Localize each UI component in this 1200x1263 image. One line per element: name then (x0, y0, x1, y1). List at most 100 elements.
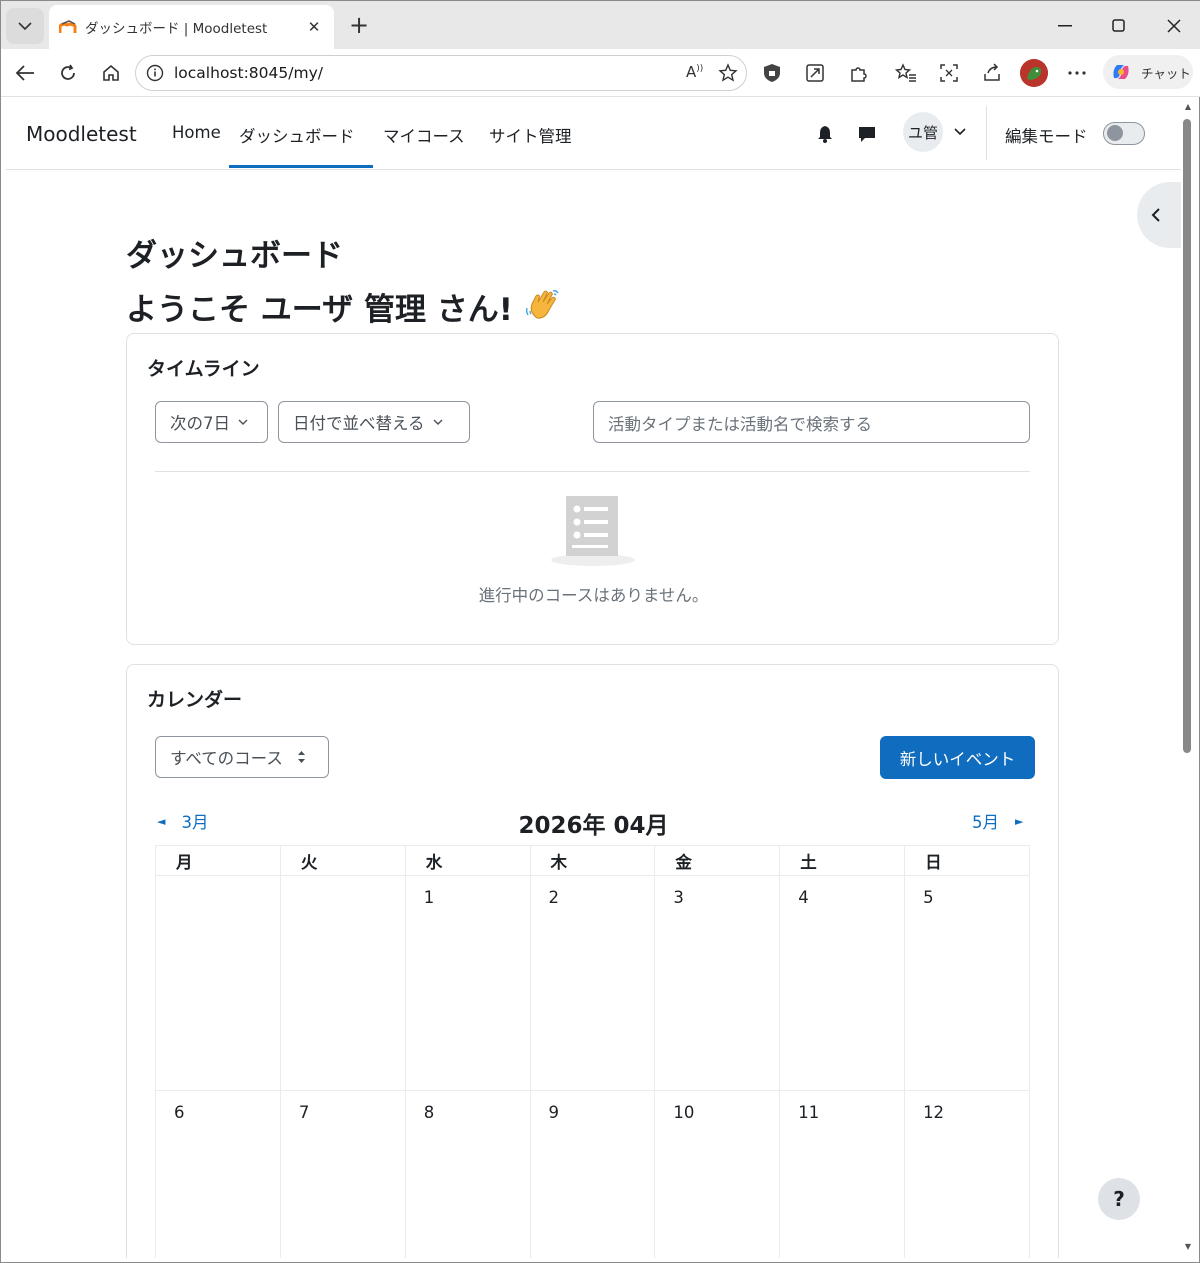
calendar-day-cell[interactable]: 3 (654, 875, 781, 1091)
navbar-divider (986, 106, 987, 160)
day-filter-label: 次の7日 (170, 414, 230, 433)
nav-link-site-admin[interactable]: サイト管理 (489, 123, 572, 147)
calendar-day-cell[interactable]: 11 (779, 1090, 906, 1258)
weekday-header-row: 月 火 水 木 金 土 日 (155, 845, 1030, 876)
copilot-icon (1113, 65, 1129, 79)
extension-shield-button[interactable] (756, 58, 788, 88)
timeline-divider (155, 471, 1030, 472)
screenshot-icon (940, 64, 958, 82)
chevron-down-icon (433, 419, 443, 425)
new-event-button[interactable]: 新しいイベント (880, 736, 1035, 779)
scroll-thumb[interactable] (1183, 119, 1191, 753)
next-month-link[interactable]: 5月 ► (972, 809, 1023, 833)
calendar-day-cell[interactable]: 12 (904, 1090, 1030, 1258)
calendar-day-cell[interactable]: 9 (529, 1090, 656, 1258)
url-text: localhost:8045/my/ (174, 64, 323, 82)
close-icon (1167, 19, 1181, 33)
nav-link-dashboard[interactable]: ダッシュボード (239, 123, 355, 147)
messages-button[interactable] (855, 122, 879, 146)
close-window-button[interactable] (1154, 11, 1194, 41)
calendar-day-cell[interactable]: 4 (779, 875, 906, 1091)
current-month-title: 2026年 04月 (518, 813, 669, 839)
bell-icon (818, 126, 832, 143)
home-button[interactable] (95, 58, 127, 88)
calendar-block: カレンダー すべてのコース 新しいイベント ◄ 3月 2026年 04月 5月 … (126, 664, 1059, 1258)
split-screen-button[interactable] (799, 58, 831, 88)
timeline-title: タイムライン (147, 358, 260, 380)
edit-mode-toggle[interactable] (1103, 122, 1145, 145)
address-bar[interactable]: localhost:8045/my/ A)) (135, 55, 747, 91)
weekday-header: 日 (904, 845, 1030, 876)
calendar-day-cell[interactable]: 2 (529, 875, 656, 1091)
chevron-left-icon (1151, 208, 1160, 222)
reload-button[interactable] (52, 58, 84, 88)
page-viewport: Moodletest Home ダッシュボード マイコース サイト管理 ユ管 編… (6, 98, 1181, 1258)
site-brand[interactable]: Moodletest (26, 122, 137, 146)
calendar-day-cell[interactable]: 1 (404, 875, 531, 1091)
calendar-day-cell[interactable]: 6 (155, 1090, 281, 1258)
profile-avatar[interactable] (1020, 59, 1048, 87)
more-menu-button[interactable] (1061, 58, 1093, 88)
favorites-button[interactable] (890, 58, 922, 88)
calendar-day-cell[interactable]: 8 (404, 1090, 531, 1258)
timeline-empty-message: 進行中のコースはありません。 (478, 586, 709, 605)
welcome-text: ようこそ ユーザ 管理 さん! (126, 292, 513, 328)
scroll-up-arrow-icon[interactable]: ▲ (1183, 102, 1193, 111)
waving-hand-icon (525, 288, 561, 330)
calendar-day-cell[interactable] (155, 875, 281, 1091)
toggle-knob (1107, 125, 1123, 141)
calendar-day-cell[interactable] (279, 875, 406, 1091)
timeline-sort-dropdown[interactable]: 日付で並べ替える (278, 401, 470, 443)
profile-dragon-icon (1020, 59, 1048, 87)
shield-icon (764, 64, 780, 82)
weekday-header: 水 (404, 845, 531, 876)
weekday-header: 火 (279, 845, 406, 876)
notifications-button[interactable] (813, 122, 837, 146)
timeline-day-filter[interactable]: 次の7日 (155, 401, 268, 443)
favorite-star-icon[interactable] (718, 63, 738, 83)
user-menu-chevron-down-icon[interactable] (954, 128, 966, 136)
active-nav-indicator (229, 165, 373, 168)
help-button[interactable]: ? (1098, 1178, 1140, 1220)
edit-mode-label: 編集モード (1005, 127, 1088, 146)
calendar-day-cell[interactable]: 5 (904, 875, 1030, 1091)
tab-list-button[interactable] (6, 8, 44, 44)
open-block-drawer-button[interactable] (1137, 182, 1181, 248)
minimize-button[interactable] (1045, 11, 1085, 41)
calendar-day-cell[interactable]: 7 (279, 1090, 406, 1258)
weekday-header: 月 (155, 845, 281, 876)
expand-icon (806, 64, 824, 82)
nav-link-home[interactable]: Home (172, 123, 221, 142)
user-menu-avatar[interactable]: ユ管 (903, 112, 943, 152)
maximize-button[interactable] (1099, 11, 1139, 41)
timeline-search-input[interactable]: 活動タイプまたは活動名で検索する (593, 401, 1030, 443)
reload-icon (61, 64, 75, 80)
arrow-right-icon: ► (1015, 814, 1024, 828)
share-button[interactable] (976, 58, 1008, 88)
close-tab-icon[interactable]: ✕ (304, 18, 324, 36)
page-title: ダッシュボード (126, 238, 343, 274)
scroll-down-arrow-icon[interactable]: ▼ (1183, 1242, 1193, 1251)
empty-list-icon (551, 496, 635, 566)
weekday-header: 土 (779, 845, 906, 876)
calendar-course-filter[interactable]: すべてのコース (155, 736, 329, 778)
copilot-chat-button[interactable]: チャット (1103, 55, 1193, 89)
new-tab-button[interactable]: + (345, 12, 373, 40)
more-dots-icon (1068, 71, 1086, 75)
back-button[interactable] (9, 58, 41, 88)
read-aloud-icon[interactable]: A)) (686, 63, 703, 81)
calendar-day-cell[interactable]: 10 (654, 1090, 781, 1258)
timeline-block: タイムライン 次の7日 日付で並べ替える 活動タイプまたは活動名で検索する 進行… (126, 333, 1059, 645)
tab-strip: ダッシュボード | Moodletest ✕ + (1, 1, 1200, 49)
nav-link-my-courses[interactable]: マイコース (383, 123, 465, 147)
select-updown-icon (297, 751, 305, 763)
home-icon (103, 64, 119, 81)
welcome-heading: ようこそ ユーザ 管理 さん! (126, 284, 561, 330)
arrow-left-icon (15, 65, 34, 81)
calendar-week-row: 6 7 8 9 10 11 12 (155, 1090, 1030, 1258)
screenshot-button[interactable] (933, 58, 965, 88)
browser-tab[interactable]: ダッシュボード | Moodletest ✕ (49, 5, 334, 49)
extensions-button[interactable] (842, 58, 874, 88)
calendar-grid: 月 火 水 木 金 土 日 1 2 3 4 5 6 7 8 9 10 11 12 (155, 845, 1030, 1258)
calendar-week-row: 1 2 3 4 5 (155, 875, 1030, 1091)
